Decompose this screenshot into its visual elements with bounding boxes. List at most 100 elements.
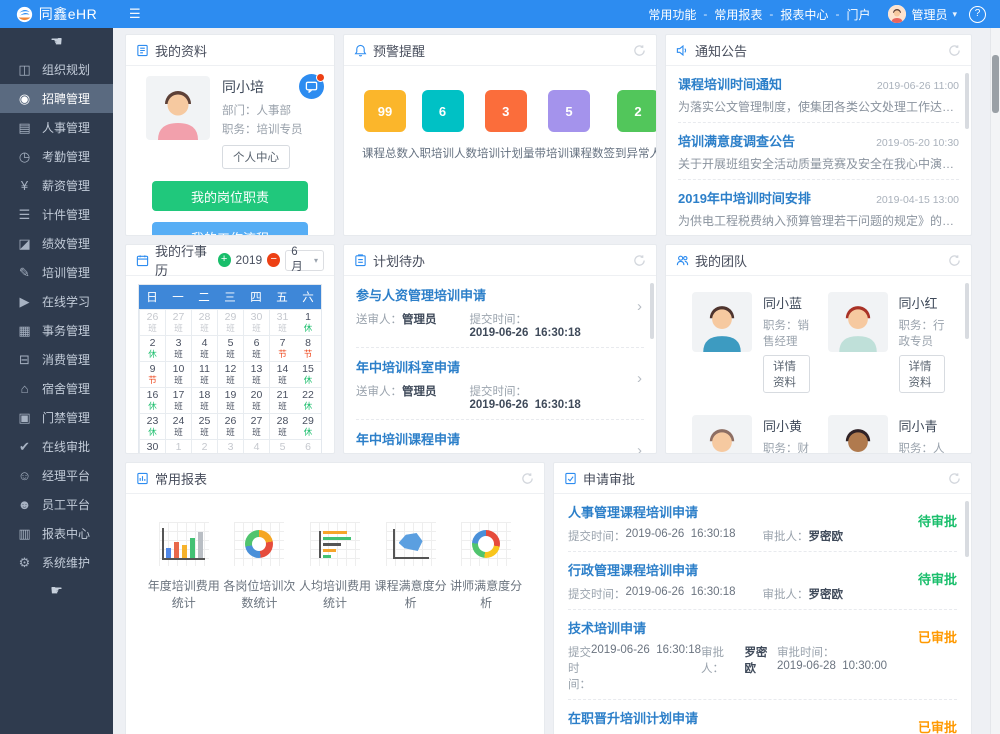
calendar-day-cell[interactable]: 3 班 (165, 335, 191, 361)
sidebar-item[interactable]: ▦ 事务管理 (0, 316, 113, 345)
calendar-day-cell[interactable]: 29 班 (217, 309, 243, 335)
calendar-day-cell[interactable]: 24 班 (165, 413, 191, 439)
calendar-day-cell[interactable]: 8 节 (295, 335, 321, 361)
calendar-day-cell[interactable]: 10 班 (165, 361, 191, 387)
calendar-day-cell[interactable]: 12 班 (217, 361, 243, 387)
year-increase-button[interactable]: + (218, 253, 231, 267)
alert-tile[interactable]: 3 培训计划量 (477, 90, 535, 161)
my-duties-button[interactable]: 我的岗位职责 (152, 181, 308, 211)
calendar-day-cell[interactable]: 3 班 (217, 439, 243, 454)
card-scrollbar[interactable] (965, 501, 969, 557)
topbar-nav-link[interactable]: 报表中心 (776, 6, 832, 23)
sidebar-item[interactable]: ☻ 员工平台 (0, 490, 113, 519)
approval-title[interactable]: 在职晋升培训计划申请 (568, 708, 887, 727)
calendar-day-cell[interactable]: 17 班 (165, 387, 191, 413)
calendar-day-cell[interactable]: 6 休 (295, 439, 321, 454)
calendar-day-cell[interactable]: 14 班 (269, 361, 295, 387)
calendar-day-cell[interactable]: 13 班 (243, 361, 269, 387)
sidebar-collapse-bottom-icon[interactable]: ☛ (0, 577, 113, 604)
year-decrease-button[interactable]: − (267, 253, 280, 267)
calendar-day-cell[interactable]: 29 休 (295, 413, 321, 439)
report-shortcut[interactable]: 讲师满意度分析 (448, 522, 524, 612)
calendar-day-cell[interactable]: 11 班 (191, 361, 217, 387)
help-icon[interactable]: ? (969, 6, 986, 23)
notice-title[interactable]: 2019年中培训时间安排 (678, 188, 811, 207)
calendar-day-cell[interactable]: 2 班 (191, 439, 217, 454)
sidebar-collapse-top-icon[interactable]: ☚ (0, 28, 113, 55)
calendar-day-cell[interactable]: 9 节 (139, 361, 165, 387)
todo-title[interactable]: 年中培训课程申请 (356, 429, 622, 448)
todo-item[interactable]: 年中培训科室申请 送审人： 管理员 提交时间： 2019-06-26 16:30… (356, 348, 644, 420)
approval-item[interactable]: 技术培训申请 提交时间： 2019-06-26 16:30:18 审批人： 罗密… (568, 610, 957, 700)
report-shortcut[interactable]: 课程满意度分析 (373, 522, 449, 612)
sidebar-item[interactable]: ▶ 在线学习 (0, 287, 113, 316)
calendar-day-cell[interactable]: 16 休 (139, 387, 165, 413)
sidebar-item[interactable]: ◷ 考勤管理 (0, 142, 113, 171)
approval-title[interactable]: 人事管理课程培训申请 (568, 502, 887, 521)
topbar-nav-link[interactable]: 常用报表 (710, 6, 766, 23)
member-detail-button[interactable]: 详情资料 (899, 355, 946, 393)
calendar-day-cell[interactable]: 4 班 (243, 439, 269, 454)
sidebar-item[interactable]: ◪ 绩效管理 (0, 229, 113, 258)
calendar-day-cell[interactable]: 18 班 (191, 387, 217, 413)
approval-item[interactable]: 行政管理课程培训申请 提交时间： 2019-06-26 16:30:18 审批人… (568, 552, 957, 610)
calendar-day-cell[interactable]: 31 班 (269, 309, 295, 335)
report-shortcut[interactable]: 人均培训费用统计 (297, 522, 373, 612)
calendar-day-cell[interactable]: 20 班 (243, 387, 269, 413)
calendar-day-cell[interactable]: 7 节 (269, 335, 295, 361)
notice-item[interactable]: 2019年中培训时间安排 2019-04-15 13:00 为供电工程税费纳入预… (678, 180, 959, 236)
calendar-day-cell[interactable]: 5 班 (269, 439, 295, 454)
sidebar-item[interactable]: ☺ 经理平台 (0, 461, 113, 490)
topbar-nav-link[interactable]: 常用功能 (644, 6, 700, 23)
message-icon[interactable] (299, 74, 324, 99)
calendar-day-cell[interactable]: 19 班 (217, 387, 243, 413)
calendar-day-cell[interactable]: 26 班 (217, 413, 243, 439)
calendar-day-cell[interactable]: 21 班 (269, 387, 295, 413)
approval-item[interactable]: 人事管理课程培训申请 提交时间： 2019-06-26 16:30:18 审批人… (568, 494, 957, 552)
sidebar-item[interactable]: ◫ 组织规划 (0, 55, 113, 84)
page-scrollbar-track[interactable] (990, 28, 1000, 734)
sidebar-item[interactable]: ◉ 招聘管理 (0, 84, 113, 113)
todo-item[interactable]: 年中培训课程申请 送审人： 管理员 提交时间： 2019-06-26 16:30… (356, 420, 644, 454)
alert-tile[interactable]: 99 课程总数 (362, 90, 408, 161)
sidebar-item[interactable]: ⊟ 消费管理 (0, 345, 113, 374)
month-select[interactable]: 6月 ▾ (285, 250, 324, 271)
approval-title[interactable]: 技术培训申请 (568, 618, 887, 637)
my-workflow-button[interactable]: 我的工作流程 (152, 222, 308, 236)
card-scrollbar[interactable] (965, 73, 969, 129)
alert-tile[interactable]: 5 带培训课程数 (535, 90, 604, 161)
calendar-day-cell[interactable]: 25 班 (191, 413, 217, 439)
sidebar-item[interactable]: ✎ 培训管理 (0, 258, 113, 287)
calendar-day-cell[interactable]: 2 休 (139, 335, 165, 361)
todo-item[interactable]: 参与人资管理培训申请 送审人： 管理员 提交时间： 2019-06-26 16:… (356, 276, 644, 348)
refresh-icon[interactable] (948, 44, 961, 57)
calendar-day-cell[interactable]: 28 班 (191, 309, 217, 335)
app-logo[interactable]: 同鑫eHR (0, 4, 113, 24)
page-scrollbar-thumb[interactable] (992, 55, 999, 113)
notice-item[interactable]: 培训满意度调查公告 2019-05-20 10:30 关于开展班组安全活动质量竞… (678, 123, 959, 180)
refresh-icon[interactable] (633, 254, 646, 267)
alert-tile[interactable]: 6 入职培训人数 (408, 90, 477, 161)
calendar-day-cell[interactable]: 1 班 (165, 439, 191, 454)
calendar-day-cell[interactable]: 23 休 (139, 413, 165, 439)
calendar-day-cell[interactable]: 27 班 (243, 413, 269, 439)
calendar-day-cell[interactable]: 6 班 (243, 335, 269, 361)
card-scrollbar[interactable] (965, 283, 969, 339)
notice-item[interactable]: 课程培训时间通知 2019-06-26 11:00 为落实公文管理制度，使集团各… (678, 66, 959, 123)
approval-title[interactable]: 行政管理课程培训申请 (568, 560, 887, 579)
sidebar-item[interactable]: ▥ 报表中心 (0, 519, 113, 548)
calendar-day-cell[interactable]: 28 班 (269, 413, 295, 439)
sidebar-item[interactable]: ⌂ 宿舍管理 (0, 374, 113, 403)
sidebar-item[interactable]: ✔ 在线审批 (0, 432, 113, 461)
member-detail-button[interactable]: 详情资料 (763, 355, 810, 393)
calendar-day-cell[interactable]: 30 休 (139, 439, 165, 454)
report-shortcut[interactable]: 各岗位培训次数统计 (222, 522, 298, 612)
todo-title[interactable]: 年中培训科室申请 (356, 357, 622, 376)
calendar-day-cell[interactable]: 1 休 (295, 309, 321, 335)
sidebar-item[interactable]: ▤ 人事管理 (0, 113, 113, 142)
calendar-day-cell[interactable]: 22 休 (295, 387, 321, 413)
sidebar-item[interactable]: ☰ 计件管理 (0, 200, 113, 229)
refresh-icon[interactable] (948, 254, 961, 267)
todo-title[interactable]: 参与人资管理培训申请 (356, 285, 622, 304)
notice-title[interactable]: 课程培训时间通知 (678, 74, 782, 93)
